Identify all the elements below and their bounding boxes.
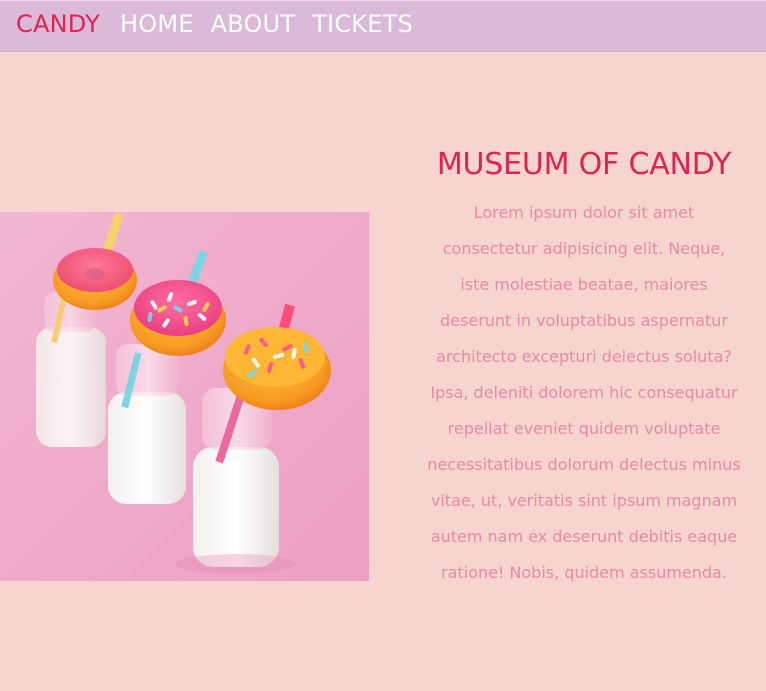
hero-body-text: Lorem ipsum dolor sit amet consectetur a… xyxy=(427,203,741,582)
nav-links: HOME ABOUT TICKETS xyxy=(120,10,413,38)
nav-link-tickets[interactable]: TICKETS xyxy=(312,10,413,38)
brand-logo-link[interactable]: CANDY xyxy=(16,10,100,38)
hero-image xyxy=(0,212,369,581)
nav-link-home[interactable]: HOME xyxy=(120,10,194,38)
page-title: MUSEUM OF CANDY xyxy=(436,147,732,182)
page: CANDY HOME ABOUT TICKETS MUSEUM OF CANDY… xyxy=(0,0,766,691)
nav-link-about[interactable]: ABOUT xyxy=(211,10,296,38)
hero-content: MUSEUM OF CANDY Lorem ipsum dolor sit am… xyxy=(426,147,742,591)
top-navbar: CANDY HOME ABOUT TICKETS xyxy=(0,0,766,52)
hero-illustration xyxy=(0,212,369,581)
